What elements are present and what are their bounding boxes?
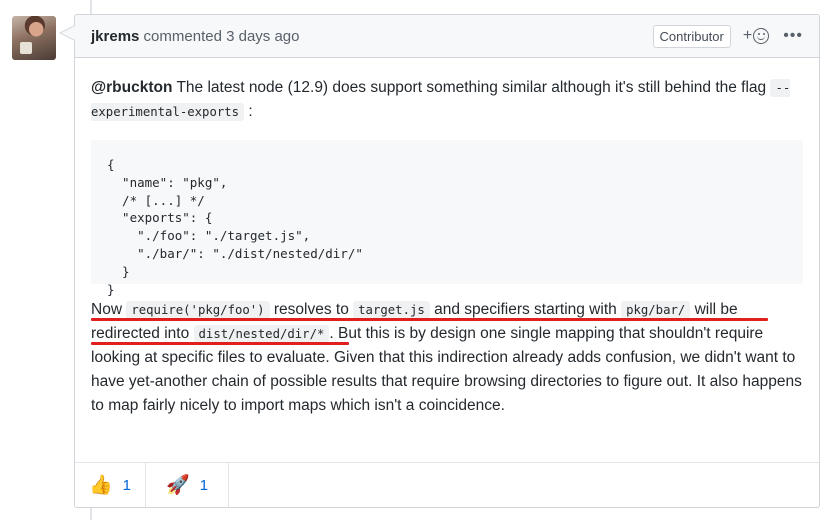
- inline-code-target: target.js: [353, 301, 430, 319]
- mention-link[interactable]: @rbuckton: [91, 79, 172, 96]
- rocket-icon: 🚀: [166, 475, 190, 496]
- reaction-count: 1: [122, 476, 132, 494]
- intro-paragraph: @rbuckton The latest node (12.9) does su…: [91, 79, 791, 121]
- comment-body: @rbuckton The latest node (12.9) does su…: [75, 58, 819, 418]
- avatar[interactable]: [12, 16, 56, 60]
- inline-code-dist: dist/nested/dir/*: [193, 325, 330, 343]
- thumbs-up-icon: 👍: [89, 475, 113, 496]
- comment-time[interactable]: 3 days ago: [226, 28, 299, 45]
- reactions-bar: 👍 1 🚀 1: [75, 462, 819, 507]
- annotation-underline-1: [91, 318, 768, 321]
- more-options-button[interactable]: •••: [783, 27, 803, 45]
- add-reaction-button[interactable]: +: [743, 27, 770, 45]
- inline-code-require: require('pkg/foo'): [126, 301, 270, 319]
- body-paragraph: Now require('pkg/foo') resolves to targe…: [91, 301, 802, 414]
- reaction-count: 1: [199, 476, 209, 494]
- comment-action: commented: [143, 27, 222, 45]
- reaction-thumbs-up[interactable]: 👍 1: [75, 463, 147, 507]
- annotation-underline-2: [91, 342, 349, 345]
- author-link[interactable]: jkrems: [91, 28, 139, 45]
- code-block: { "name": "pkg", /* [...] */ "exports": …: [91, 140, 803, 297]
- inline-code-pkg-bar: pkg/bar/: [621, 301, 691, 319]
- smiley-icon: [753, 28, 770, 44]
- reaction-rocket[interactable]: 🚀 1: [146, 463, 230, 507]
- contributor-badge: Contributor: [652, 24, 731, 48]
- comment-header: jkrems commented 3 days ago Contributor …: [75, 15, 819, 58]
- comment-box: jkrems commented 3 days ago Contributor …: [59, 14, 820, 508]
